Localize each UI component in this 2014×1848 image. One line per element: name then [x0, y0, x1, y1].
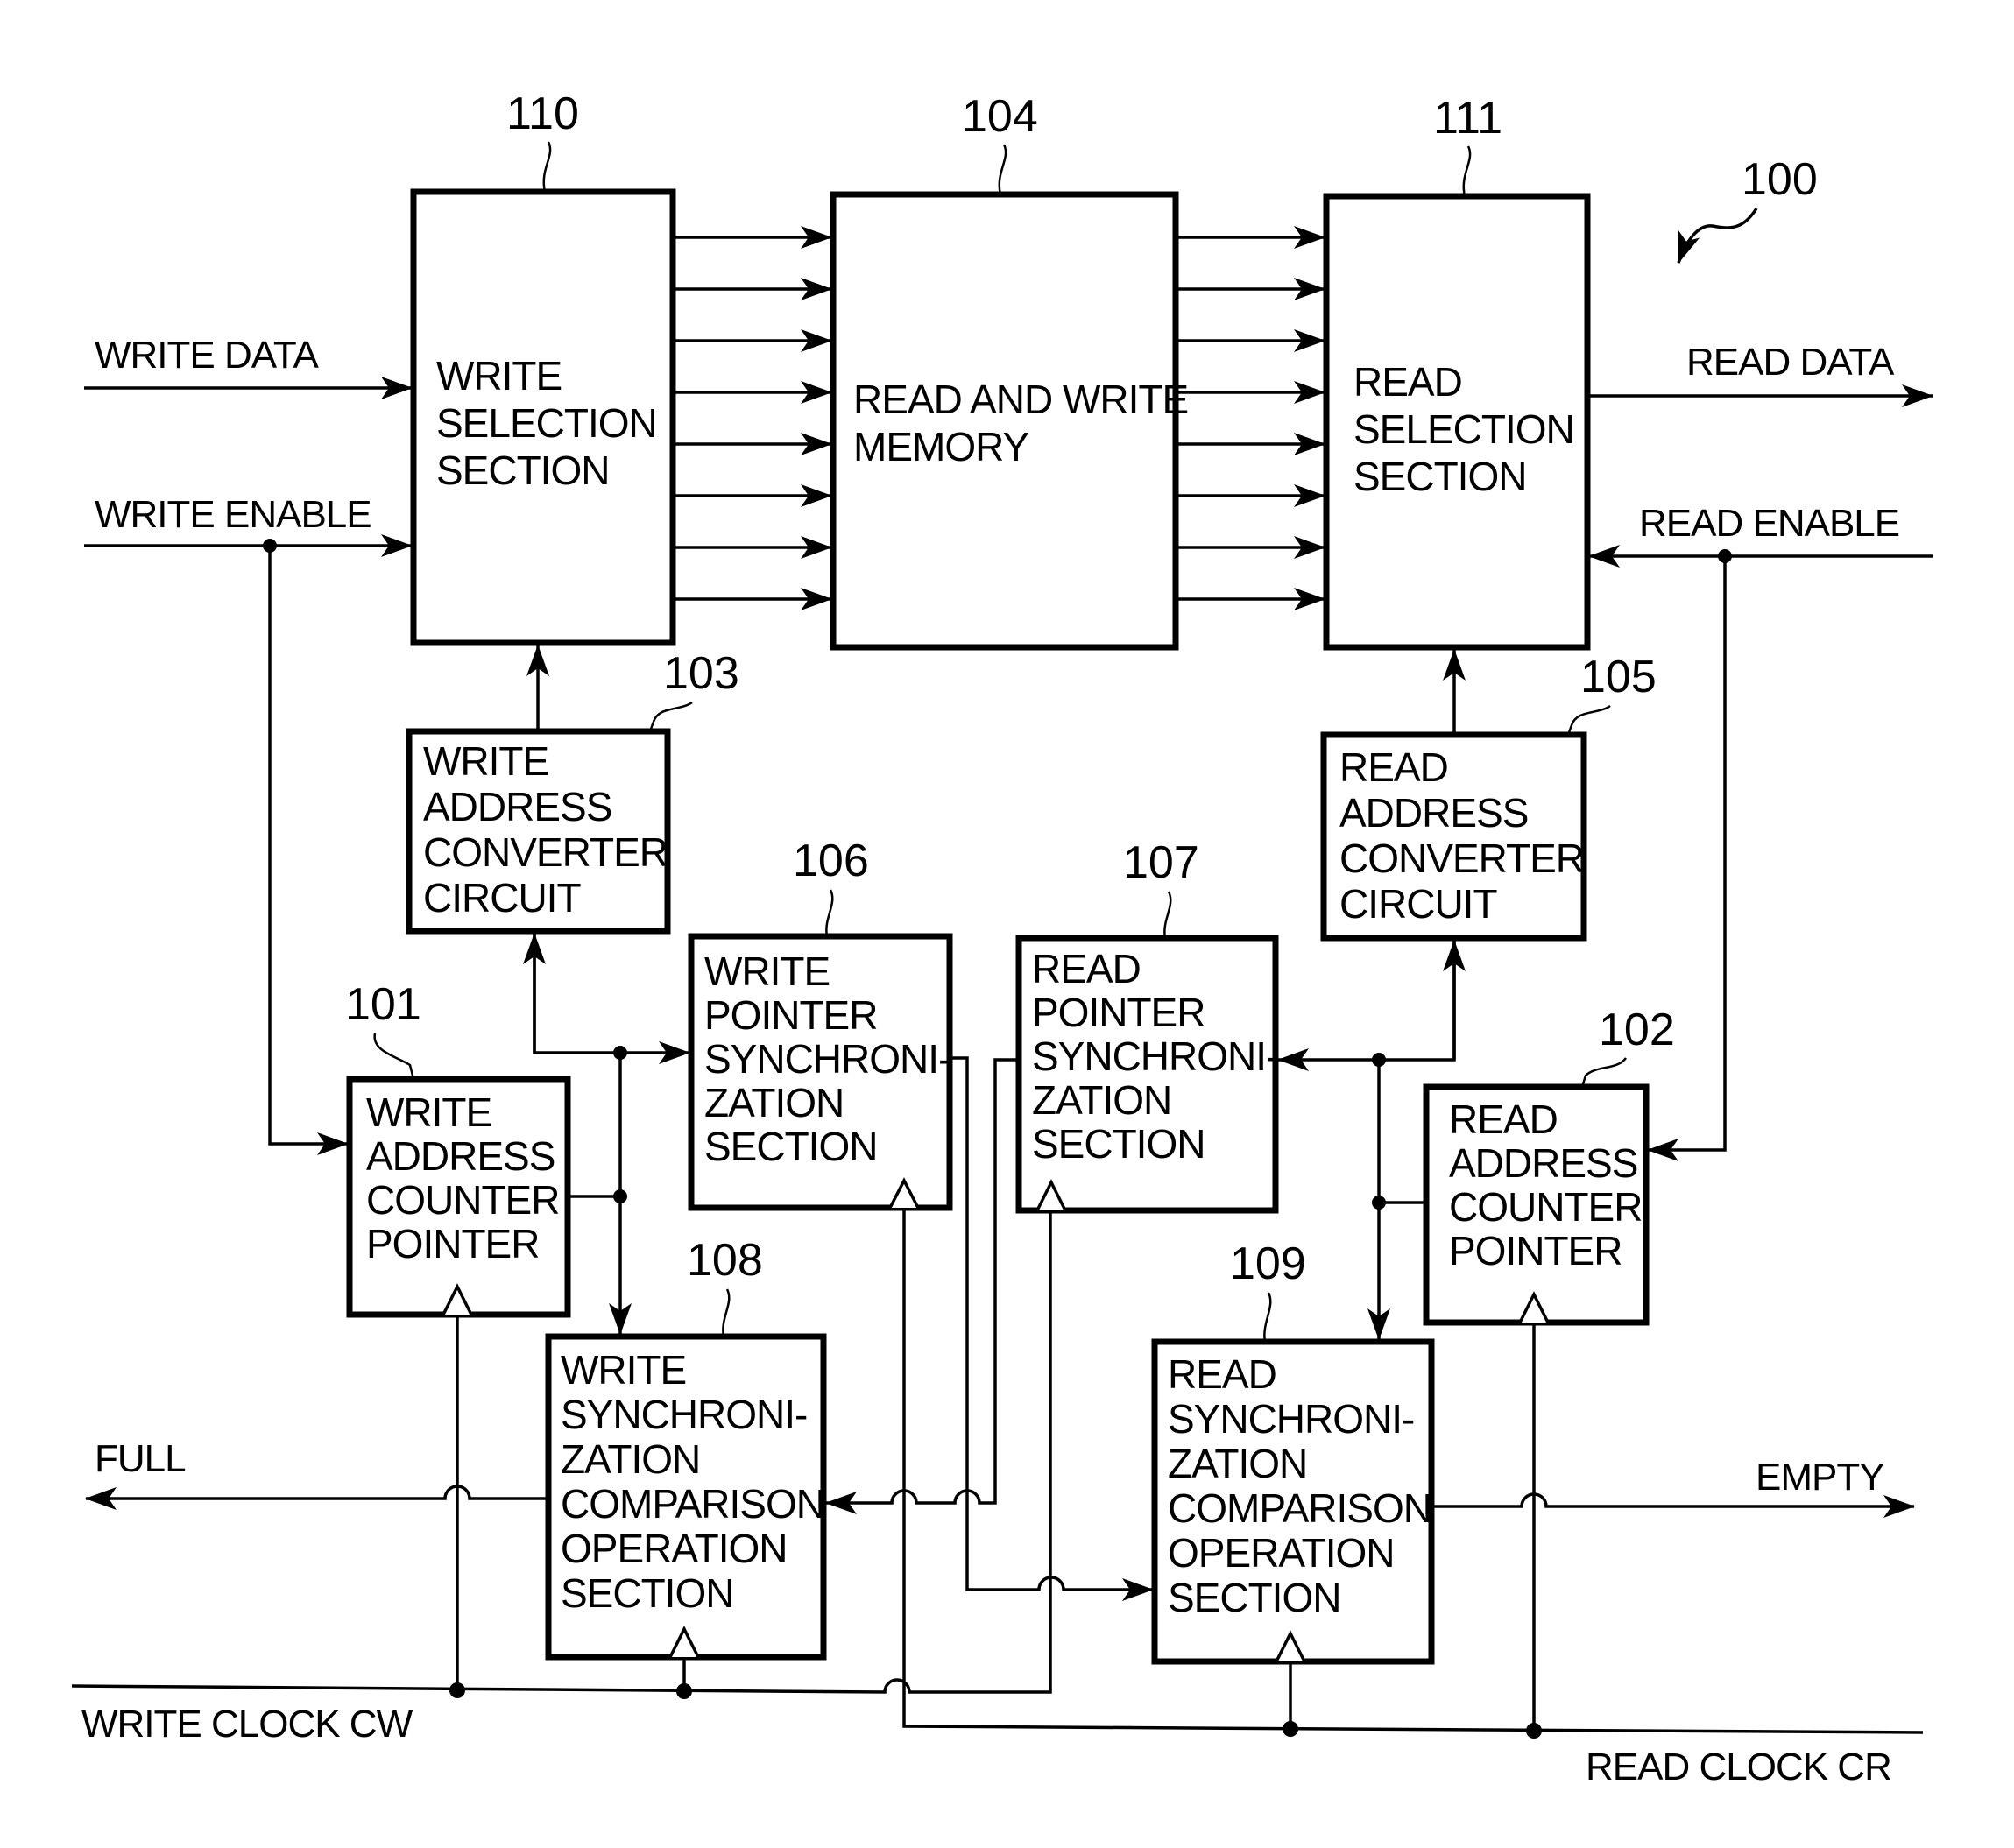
ref-100: 100: [1742, 154, 1818, 205]
ref-104: 104: [962, 91, 1038, 142]
write-enable-label: WRITE ENABLE: [95, 493, 371, 536]
empty-output: EMPTY: [1431, 1456, 1915, 1518]
ref-101: 101: [345, 979, 421, 1030]
write-bus-lines: [675, 226, 832, 610]
junction-dot: [613, 1046, 627, 1060]
junction-dot: [1372, 1196, 1386, 1210]
junction-dot: [613, 1189, 627, 1203]
block-read-selection-section: READ SELECTION SECTION: [1323, 193, 1591, 651]
block-read-pointer-synchronization-section: READ POINTER SYNCHRONI- ZATION SECTION: [1015, 935, 1279, 1214]
ref-105: 105: [1580, 652, 1657, 702]
ref-102: 102: [1599, 1005, 1675, 1055]
junction-dot: [676, 1683, 692, 1699]
read-data-label: READ DATA: [1686, 341, 1895, 384]
block-write-synchronization-comparison-operation-section: WRITE SYNCHRONI- ZATION COMPARISON OPERA…: [545, 1333, 827, 1661]
block-read-and-write-memory: READ AND WRITE MEMORY: [830, 191, 1189, 651]
junction-dot: [1526, 1723, 1542, 1739]
write-data-label: WRITE DATA: [95, 334, 319, 377]
block-write-selection-section: WRITE SELECTION SECTION: [410, 188, 676, 646]
empty-label: EMPTY: [1756, 1456, 1884, 1499]
full-label: FULL: [95, 1437, 186, 1480]
ref-100-arrow: [1677, 208, 1758, 264]
block-write-address-counter-pointer: WRITE ADDRESS COUNTER POINTER: [346, 1076, 571, 1318]
ref-106: 106: [793, 836, 869, 886]
read-enable-label: READ ENABLE: [1639, 502, 1899, 545]
block-read-address-counter-pointer: READ ADDRESS COUNTER POINTER: [1423, 1083, 1650, 1326]
block-read-synchronization-comparison-operation-section: READ SYNCHRONI- ZATION COMPARISON OPERAT…: [1151, 1338, 1435, 1665]
write-clock-label: WRITE CLOCK CW: [81, 1703, 413, 1746]
block-read-address-converter-circuit: READ ADDRESS CONVERTER CIRCUIT: [1320, 731, 1587, 942]
junction-dot: [449, 1682, 465, 1698]
ref-109: 109: [1230, 1238, 1306, 1289]
junction-dot: [1283, 1721, 1298, 1737]
block-write-address-converter-circuit: WRITE ADDRESS CONVERTER CIRCUIT: [406, 728, 671, 935]
block-write-pointer-synchronization-section: WRITE POINTER SYNCHRONI- ZATION SECTION: [688, 933, 953, 1211]
fifo-block-diagram: WRITE SELECTION SECTION READ AND WRITE M…: [71, 88, 1933, 1788]
ref-108: 108: [687, 1235, 763, 1286]
write-data-input: WRITE DATA: [84, 334, 413, 399]
write-enable-input: WRITE ENABLE: [84, 493, 413, 1155]
ref-103: 103: [663, 648, 739, 699]
full-output: FULL: [85, 1437, 548, 1510]
read-bus-lines: [1177, 226, 1325, 610]
read-data-output: READ DATA: [1589, 341, 1933, 407]
read-clock-label: READ CLOCK CR: [1586, 1746, 1891, 1788]
ref-110: 110: [506, 88, 579, 139]
ref-111: 111: [1433, 93, 1502, 144]
junction-dot: [1372, 1053, 1386, 1067]
ref-107: 107: [1123, 837, 1199, 888]
